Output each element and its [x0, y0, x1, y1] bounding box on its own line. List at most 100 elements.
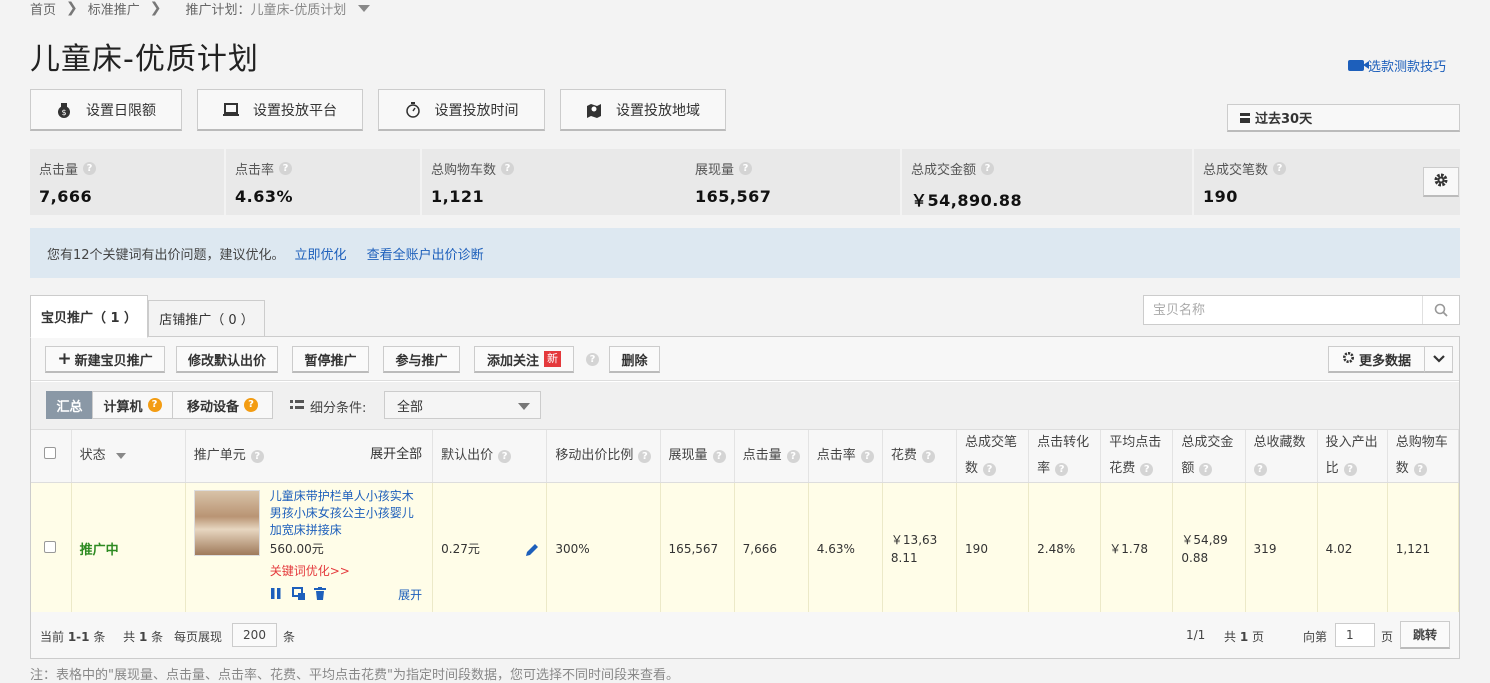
optimize-now-link[interactable]: 立即优化	[295, 244, 347, 263]
help-icon[interactable]: ?	[860, 450, 874, 463]
help-icon[interactable]: ?	[638, 450, 652, 463]
money-bag-icon: $	[56, 102, 72, 118]
breadcrumb-plan-prefix: 推广计划：	[185, 2, 251, 18]
chevron-down-icon	[1432, 352, 1445, 367]
cost-value-line1: ￥13,63	[890, 532, 938, 547]
monitor-icon[interactable]	[291, 587, 305, 600]
help-icon[interactable]: ?	[1140, 463, 1154, 476]
help-icon[interactable]: ?	[147, 398, 162, 412]
help-icon[interactable]: ?	[981, 162, 995, 175]
expand-all-link[interactable]: 展开全部	[370, 442, 422, 468]
caret-down-icon	[115, 452, 126, 459]
help-icon[interactable]: ?	[1343, 463, 1357, 476]
product-thumbnail[interactable]	[193, 490, 260, 556]
col-orders[interactable]: 总成交笔数?	[956, 430, 1030, 483]
pause-promotion-button[interactable]: 暂停推广	[292, 346, 369, 373]
tab-item-promotion[interactable]: 宝贝推广（ 1 ）	[30, 295, 148, 338]
page-indicator: 1/1	[1186, 628, 1206, 642]
col-clicks[interactable]: 点击量?	[734, 430, 809, 483]
help-icon[interactable]: ?	[244, 398, 258, 412]
col-status[interactable]: 状态	[71, 430, 186, 483]
help-icon[interactable]: ?	[1273, 162, 1287, 175]
help-icon[interactable]: ?	[921, 450, 935, 463]
search-icon[interactable]	[1422, 296, 1458, 324]
breadcrumb-home[interactable]: 首页	[30, 0, 56, 18]
pause-icon[interactable]	[270, 587, 282, 600]
map-marker-icon	[586, 102, 602, 118]
row-checkbox[interactable]	[44, 541, 56, 553]
col-ctr[interactable]: 点击率?	[808, 430, 883, 483]
segment-mobile[interactable]: 移动设备?	[172, 391, 273, 419]
help-icon[interactable]: ?	[250, 450, 264, 463]
ctr-value: 4.63%	[808, 482, 883, 615]
segment-computer[interactable]: 计算机?	[92, 391, 173, 419]
help-icon[interactable]: ?	[1199, 463, 1213, 476]
col-mobile-ratio[interactable]: 移动出价比例?	[546, 430, 661, 483]
help-icon[interactable]: ?	[1413, 463, 1427, 476]
keyword-optimize-link[interactable]: 关键词优化>>	[270, 562, 350, 579]
segment-summary[interactable]: 汇总	[46, 391, 93, 419]
set-time-button[interactable]: 设置投放时间	[378, 89, 545, 131]
expand-link[interactable]: 展开	[398, 586, 422, 603]
delete-button[interactable]: 删除	[609, 346, 660, 373]
col-impressions[interactable]: 展现量?	[660, 430, 735, 483]
breadcrumb: 首页 ❯ 标准推广 ❯ 推广计划： 儿童床-优质计划	[30, 0, 371, 18]
help-icon[interactable]: ?	[586, 353, 599, 366]
metric-cart: 总购物车数? 1,121	[422, 149, 686, 215]
item-search	[1143, 295, 1460, 325]
video-tip-link[interactable]: 选款测款技巧	[1348, 56, 1446, 75]
gear-icon	[1433, 172, 1449, 192]
col-bid[interactable]: 默认出价?	[432, 430, 548, 483]
help-icon[interactable]: ?	[712, 450, 726, 463]
col-cost[interactable]: 花费?	[882, 430, 958, 483]
col-favorites[interactable]: 总收藏数?	[1245, 430, 1318, 483]
set-platform-button[interactable]: 设置投放平台	[197, 89, 363, 131]
metric-ctr: 点击率? 4.63%	[226, 149, 420, 215]
bid-notice: 您有12个关键词有出价问题，建议优化。 立即优化 查看全账户出价诊断	[30, 228, 1460, 278]
more-data-button[interactable]: 更多数据	[1328, 346, 1425, 373]
plan-dropdown-icon[interactable]	[358, 4, 371, 12]
cost-value-line2: 8.11	[890, 550, 918, 565]
more-data-dropdown-button[interactable]	[1424, 346, 1453, 373]
new-item-promotion-button[interactable]: + 新建宝贝推广	[45, 346, 165, 373]
modify-default-bid-button[interactable]: 修改默认出价	[176, 346, 278, 373]
goto-prefix: 向第	[1303, 630, 1328, 644]
help-icon[interactable]: ?	[501, 162, 515, 175]
set-budget-button[interactable]: $ 设置日限额	[30, 89, 182, 131]
tab-shop-promotion[interactable]: 店铺推广（ 0 ）	[148, 300, 265, 337]
per-page-select[interactable]: 200	[232, 623, 277, 647]
per-page-unit: 条	[283, 630, 296, 644]
list-icon	[290, 399, 304, 415]
add-follow-button[interactable]: 添加关注 新	[474, 346, 574, 373]
trash-icon[interactable]	[313, 587, 326, 600]
help-icon[interactable]: ?	[279, 162, 293, 175]
metric-value: ￥54,890.88	[911, 191, 1023, 210]
join-promotion-button[interactable]: 参与推广	[383, 346, 460, 373]
help-icon[interactable]: ?	[739, 162, 753, 175]
goto-button[interactable]: 跳转	[1400, 621, 1450, 649]
search-input[interactable]	[1144, 297, 1422, 323]
condition-select[interactable]: 全部	[384, 391, 541, 419]
help-icon[interactable]: ?	[83, 162, 97, 175]
help-icon[interactable]: ?	[983, 463, 997, 476]
col-cart[interactable]: 总购物车数?	[1387, 430, 1460, 483]
col-cpc[interactable]: 平均点击 花费?	[1100, 430, 1174, 483]
col-cvr[interactable]: 点击转化率?	[1028, 430, 1102, 483]
set-platform-label: 设置投放平台	[253, 102, 337, 119]
date-range-button[interactable]: 过去30天	[1227, 104, 1460, 132]
set-region-button[interactable]: 设置投放地域	[560, 89, 726, 131]
goto-page-input[interactable]: 1	[1335, 623, 1375, 647]
breadcrumb-standard[interactable]: 标准推广	[88, 0, 140, 18]
help-icon[interactable]: ?	[1055, 463, 1069, 476]
bid-diagnosis-link[interactable]: 查看全账户出价诊断	[367, 244, 484, 263]
edit-pencil-icon[interactable]	[525, 541, 540, 559]
select-all-checkbox[interactable]	[44, 447, 56, 459]
col-gmv[interactable]: 总成交金额?	[1172, 430, 1246, 483]
product-title-link[interactable]: 儿童床带护栏单人小孩实木男孩小床女孩公主小孩婴儿加宽床拼接床	[270, 488, 420, 539]
help-icon[interactable]: ?	[498, 450, 512, 463]
metrics-settings-button[interactable]	[1423, 167, 1459, 197]
col-roi[interactable]: 投入产出比?	[1317, 430, 1388, 483]
help-icon[interactable]: ?	[786, 450, 800, 463]
help-icon[interactable]: ?	[1253, 463, 1267, 476]
breadcrumb-plan-name[interactable]: 儿童床-优质计划	[251, 0, 347, 18]
